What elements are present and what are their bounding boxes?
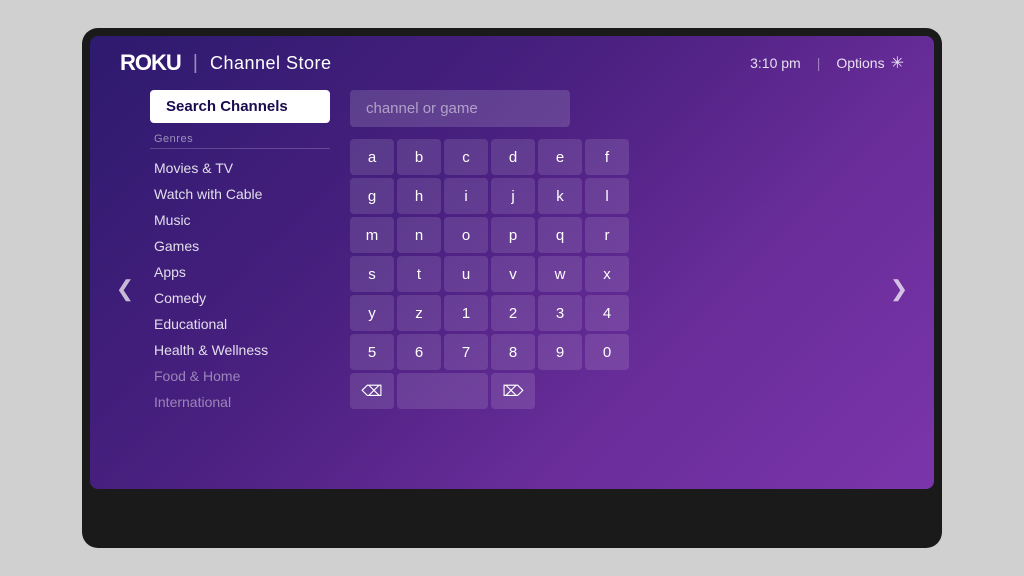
key-g[interactable]: g xyxy=(350,178,394,214)
header-divider: | xyxy=(193,52,198,75)
key-delete[interactable]: ⌫ xyxy=(350,373,394,409)
header-left: ROKU | Channel Store xyxy=(120,50,332,76)
time-display: 3:10 pm xyxy=(750,55,801,71)
menu-item[interactable]: Watch with Cable xyxy=(150,181,330,207)
menu-item[interactable]: Health & Wellness xyxy=(150,337,330,363)
key-v[interactable]: v xyxy=(491,256,535,292)
key-j[interactable]: j xyxy=(491,178,535,214)
key-p[interactable]: p xyxy=(491,217,535,253)
key-l[interactable]: l xyxy=(585,178,629,214)
key-m[interactable]: m xyxy=(350,217,394,253)
options-icon: ✳ xyxy=(891,53,904,73)
key-2[interactable]: 2 xyxy=(491,295,535,331)
roku-logo: ROKU xyxy=(120,50,181,76)
key-h[interactable]: h xyxy=(397,178,441,214)
key-0[interactable]: 0 xyxy=(585,334,629,370)
key-a[interactable]: a xyxy=(350,139,394,175)
menu-item[interactable]: Apps xyxy=(150,259,330,285)
key-f[interactable]: f xyxy=(585,139,629,175)
search-channels-button[interactable]: Search Channels xyxy=(150,90,330,123)
key-b[interactable]: b xyxy=(397,139,441,175)
menu-list: Movies & TVWatch with CableMusicGamesApp… xyxy=(150,155,330,415)
key-w[interactable]: w xyxy=(538,256,582,292)
key-d[interactable]: d xyxy=(491,139,535,175)
menu-item[interactable]: Comedy xyxy=(150,285,330,311)
key-9[interactable]: 9 xyxy=(538,334,582,370)
menu-item[interactable]: Food & Home xyxy=(150,363,330,389)
key-r[interactable]: r xyxy=(585,217,629,253)
key-5[interactable]: 5 xyxy=(350,334,394,370)
key-c[interactable]: c xyxy=(444,139,488,175)
left-nav-arrow[interactable]: ❮ xyxy=(110,90,140,489)
header-right: 3:10 pm | Options ✳ xyxy=(750,53,904,73)
key-1[interactable]: 1 xyxy=(444,295,488,331)
main-content: ❮ Search Channels Genres Movies & TVWatc… xyxy=(90,90,934,489)
key-t[interactable]: t xyxy=(397,256,441,292)
menu-item[interactable]: Educational xyxy=(150,311,330,337)
key-e[interactable]: e xyxy=(538,139,582,175)
stand-leg-right xyxy=(814,498,874,548)
key-3[interactable]: 3 xyxy=(538,295,582,331)
key-clear[interactable]: ⌦ xyxy=(491,373,535,409)
keyboard-grid: abcdef ghijkl mnopqr stuvwx yz1234 567890 xyxy=(350,139,874,370)
header: ROKU | Channel Store 3:10 pm | Options ✳ xyxy=(90,36,934,90)
key-7[interactable]: 7 xyxy=(444,334,488,370)
stand-leg-left xyxy=(150,498,210,548)
tv-frame: ROKU | Channel Store 3:10 pm | Options ✳… xyxy=(82,28,942,548)
key-s[interactable]: s xyxy=(350,256,394,292)
menu-item[interactable]: International xyxy=(150,389,330,415)
key-6[interactable]: 6 xyxy=(397,334,441,370)
key-space[interactable] xyxy=(397,373,488,409)
action-keys-row: ⌫ ⌦ xyxy=(350,373,874,409)
key-8[interactable]: 8 xyxy=(491,334,535,370)
key-x[interactable]: x xyxy=(585,256,629,292)
menu-item[interactable]: Music xyxy=(150,207,330,233)
key-4[interactable]: 4 xyxy=(585,295,629,331)
key-u[interactable]: u xyxy=(444,256,488,292)
options-button[interactable]: Options ✳ xyxy=(836,53,904,73)
sidebar: Search Channels Genres Movies & TVWatch … xyxy=(140,90,340,489)
tv-stand xyxy=(90,489,934,548)
right-nav-arrow[interactable]: ❯ xyxy=(884,276,914,302)
key-y[interactable]: y xyxy=(350,295,394,331)
header-time-divider: | xyxy=(817,55,821,71)
key-o[interactable]: o xyxy=(444,217,488,253)
menu-item[interactable]: Movies & TV xyxy=(150,155,330,181)
tv-screen: ROKU | Channel Store 3:10 pm | Options ✳… xyxy=(90,36,934,489)
options-label: Options xyxy=(836,55,884,71)
key-i[interactable]: i xyxy=(444,178,488,214)
right-content: channel or game abcdef ghijkl mnopqr stuvwx… xyxy=(340,90,884,489)
key-z[interactable]: z xyxy=(397,295,441,331)
key-q[interactable]: q xyxy=(538,217,582,253)
key-k[interactable]: k xyxy=(538,178,582,214)
right-nav-arrow-container: ❯ xyxy=(884,90,914,489)
key-n[interactable]: n xyxy=(397,217,441,253)
search-input-display[interactable]: channel or game xyxy=(350,90,570,127)
genres-label: Genres xyxy=(150,133,330,149)
channel-store-title: Channel Store xyxy=(210,53,332,74)
menu-item[interactable]: Games xyxy=(150,233,330,259)
